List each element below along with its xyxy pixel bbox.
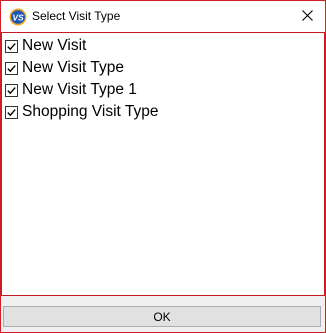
- close-button[interactable]: [289, 1, 325, 32]
- checkbox-checked-icon[interactable]: [5, 39, 18, 53]
- visit-type-label: New Visit Type: [22, 59, 124, 76]
- checkbox-checked-icon[interactable]: [5, 61, 18, 75]
- vs-app-icon: VS: [9, 8, 27, 26]
- dialog-title: Select Visit Type: [32, 9, 121, 23]
- list-item-new-visit-type[interactable]: New Visit Type: [5, 57, 124, 79]
- visit-type-label: New Visit Type 1: [22, 81, 137, 98]
- visit-type-label: Shopping Visit Type: [22, 103, 159, 120]
- ok-button[interactable]: OK: [3, 306, 321, 327]
- checkbox-checked-icon[interactable]: [5, 105, 18, 119]
- list-item-shopping-visit-type[interactable]: Shopping Visit Type: [5, 101, 158, 123]
- title-bar: VS Select Visit Type: [1, 1, 325, 32]
- checkbox-checked-icon[interactable]: [5, 83, 18, 97]
- select-visit-type-dialog: VS Select Visit Type New Visit New Visit…: [0, 0, 326, 333]
- button-bar: OK: [1, 296, 325, 332]
- visit-type-label: New Visit: [22, 37, 87, 54]
- svg-text:VS: VS: [12, 12, 24, 22]
- visit-type-list[interactable]: New Visit New Visit Type New Visit Type …: [1, 32, 325, 296]
- list-item-new-visit-type-1[interactable]: New Visit Type 1: [5, 79, 137, 101]
- close-icon: [301, 8, 313, 26]
- list-item-new-visit[interactable]: New Visit: [5, 35, 86, 57]
